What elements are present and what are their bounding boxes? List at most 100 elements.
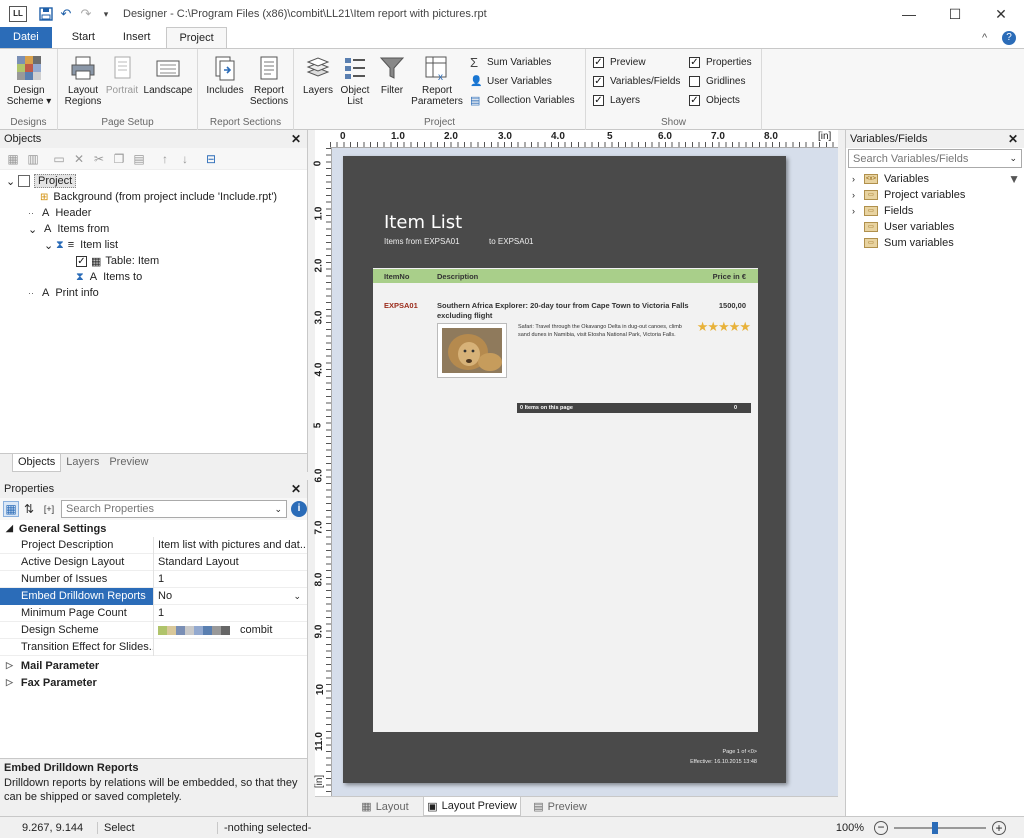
tab-file[interactable]: Datei [0,27,52,48]
table-visible-check[interactable]: ✓ [76,255,87,267]
tab-objects[interactable]: Objects [12,454,62,472]
collapse-ribbon-icon[interactable]: ^ [982,28,1002,48]
property-value[interactable] [153,638,307,656]
variables-fields-check[interactable]: ✓ [593,76,604,87]
move-down-icon[interactable]: ↓ [175,150,195,168]
gridlines-check[interactable] [689,76,700,87]
tab-preview[interactable]: Preview [104,454,153,472]
filter-icon[interactable]: ▼ [1008,172,1020,186]
collapse-icon[interactable]: ◢ [6,523,13,534]
landscape-button[interactable]: Landscape [142,53,194,96]
filter-button[interactable]: Filter [374,53,410,96]
edit-icon[interactable]: ▭ [49,150,69,168]
object-list-button[interactable]: Object List [336,53,374,107]
delete-icon[interactable]: ✕ [69,150,89,168]
report-body[interactable]: ItemNo Description Price in € EXPSA01 So… [373,268,758,732]
tree-item-user-variables[interactable]: ▭ User variables [852,219,1024,235]
copy-icon[interactable]: ❐ [109,150,129,168]
help-icon[interactable]: ? [1002,31,1016,45]
chevron-down-icon[interactable]: ⌄ [1009,153,1017,164]
tree-item-variables[interactable]: › <x> Variables [852,171,1024,187]
close-variables-panel-icon[interactable]: ✕ [1008,132,1018,146]
tree-item-header[interactable]: ·· A Header [6,205,307,221]
property-value[interactable]: combit [153,621,307,639]
close-objects-panel-icon[interactable]: ✕ [291,132,301,146]
move-up-icon[interactable]: ↑ [155,150,175,168]
gridlines-checkbox[interactable]: Gridlines [689,72,759,91]
tab-insert[interactable]: Insert [111,27,163,48]
layers-check[interactable]: ✓ [593,95,604,106]
report-parameters-button[interactable]: x Report Parameters [410,53,464,107]
expand-icon[interactable]: › [852,206,864,216]
property-row[interactable]: Project Description Item list with pictu… [0,536,307,554]
property-row[interactable]: Minimum Page Count 1 [0,604,307,622]
table-header[interactable]: ItemNo Description Price in € [373,269,758,283]
tree-item-items-from[interactable]: ⌄ A Items from [6,221,307,237]
report-subtitle-from[interactable]: Items from EXPSA01 [384,237,460,246]
tree-item-items-to[interactable]: ⧗ A Items to [6,269,307,285]
expand-all-icon[interactable]: [+] [39,500,59,518]
portrait-button[interactable]: Portrait [104,53,140,96]
tree-item-print-info[interactable]: ·· A Print info [6,285,307,301]
tree-item-table-item[interactable]: ✓ ▦ Table: Item [6,253,307,269]
tab-layout[interactable]: ▦ Layout [347,797,423,816]
tab-start[interactable]: Start [60,27,107,48]
property-value[interactable]: 1 [153,570,307,588]
layout-regions-button[interactable]: Layout Regions [63,53,103,107]
collection-variables-button[interactable]: ▤ Collection Variables [470,91,582,110]
sort-alpha-icon[interactable]: ⇅ [19,500,39,518]
properties-view-icon[interactable]: ⊟ [201,150,221,168]
maximize-button[interactable]: ☐ [932,0,978,28]
property-row[interactable]: Design Scheme combit [0,621,307,639]
tab-layout-preview[interactable]: ▣ Layout Preview [423,797,521,816]
collapse-icon[interactable]: ⌄ [6,175,18,188]
close-window-button[interactable]: ✕ [978,0,1024,28]
tab-project[interactable]: Project [166,27,227,48]
property-value[interactable]: Standard Layout [153,553,307,571]
collapse-icon[interactable]: ⌄ [28,223,40,236]
chevron-down-icon[interactable]: ⌄ [274,504,282,515]
search-properties-input[interactable]: Search Properties ⌄ [61,500,287,518]
sum-variables-button[interactable]: Σ Sum Variables [470,53,582,72]
variables-fields-checkbox[interactable]: ✓ Variables/Fields [593,72,688,91]
expand-icon[interactable]: › [852,190,864,200]
report-sections-button[interactable]: Report Sections [248,53,290,107]
zoom-slider-thumb[interactable] [932,821,938,834]
zoom-out-icon[interactable]: − [874,820,888,835]
paste-icon[interactable]: ▤ [129,150,149,168]
preview-checkbox[interactable]: ✓ Preview [593,53,688,72]
undo-icon[interactable]: ↶ [57,5,75,23]
new-object-icon[interactable]: ▦ [3,150,23,168]
expand-icon[interactable]: ▷ [6,660,13,671]
categorized-icon[interactable]: ▦ [3,501,19,517]
tree-item-sum-variables[interactable]: ▭ Sum variables [852,235,1024,251]
property-row[interactable]: Number of Issues 1 [0,570,307,588]
property-value[interactable]: 1 [153,604,307,622]
collapse-icon[interactable]: ⌄ [44,239,56,252]
property-value[interactable]: No ⌄ [153,587,307,605]
expand-icon[interactable]: ▷ [6,677,13,688]
save-icon[interactable] [37,5,55,23]
category-general-settings[interactable]: ◢ General Settings [0,520,307,537]
tree-item-fields[interactable]: › ▭ Fields [852,203,1024,219]
property-value[interactable]: Item list with pictures and dat... [153,536,307,554]
report-page[interactable]: Item List Items from EXPSA01 to EXPSA01 … [343,156,786,783]
layers-button[interactable]: Layers [300,53,336,96]
close-properties-panel-icon[interactable]: ✕ [291,482,301,496]
objects-checkbox[interactable]: ✓ Objects [689,91,759,110]
tree-item-item-list[interactable]: ⌄ ⧗ ≡ Item list [6,237,307,253]
search-variables-input[interactable]: Search Variables/Fields ⌄ [848,149,1022,168]
new-object-2-icon[interactable]: ▥ [23,150,43,168]
cut-icon[interactable]: ✂ [89,150,109,168]
design-scheme-button[interactable]: Design Scheme ▾ [6,53,52,107]
zoom-in-icon[interactable]: + [992,820,1006,835]
preview-check[interactable]: ✓ [593,57,604,68]
minimize-button[interactable]: — [886,0,932,28]
properties-checkbox[interactable]: ✓ Properties [689,53,759,72]
property-row-selected[interactable]: Embed Drilldown Reports No ⌄ [0,587,307,605]
tab-preview-view[interactable]: ▤ Preview [521,797,599,816]
quick-access-dropdown-icon[interactable]: ▾ [97,5,115,23]
tree-item-project[interactable]: ⌄ Project [6,173,307,189]
layers-checkbox[interactable]: ✓ Layers [593,91,688,110]
includes-button[interactable]: Includes [204,53,246,96]
